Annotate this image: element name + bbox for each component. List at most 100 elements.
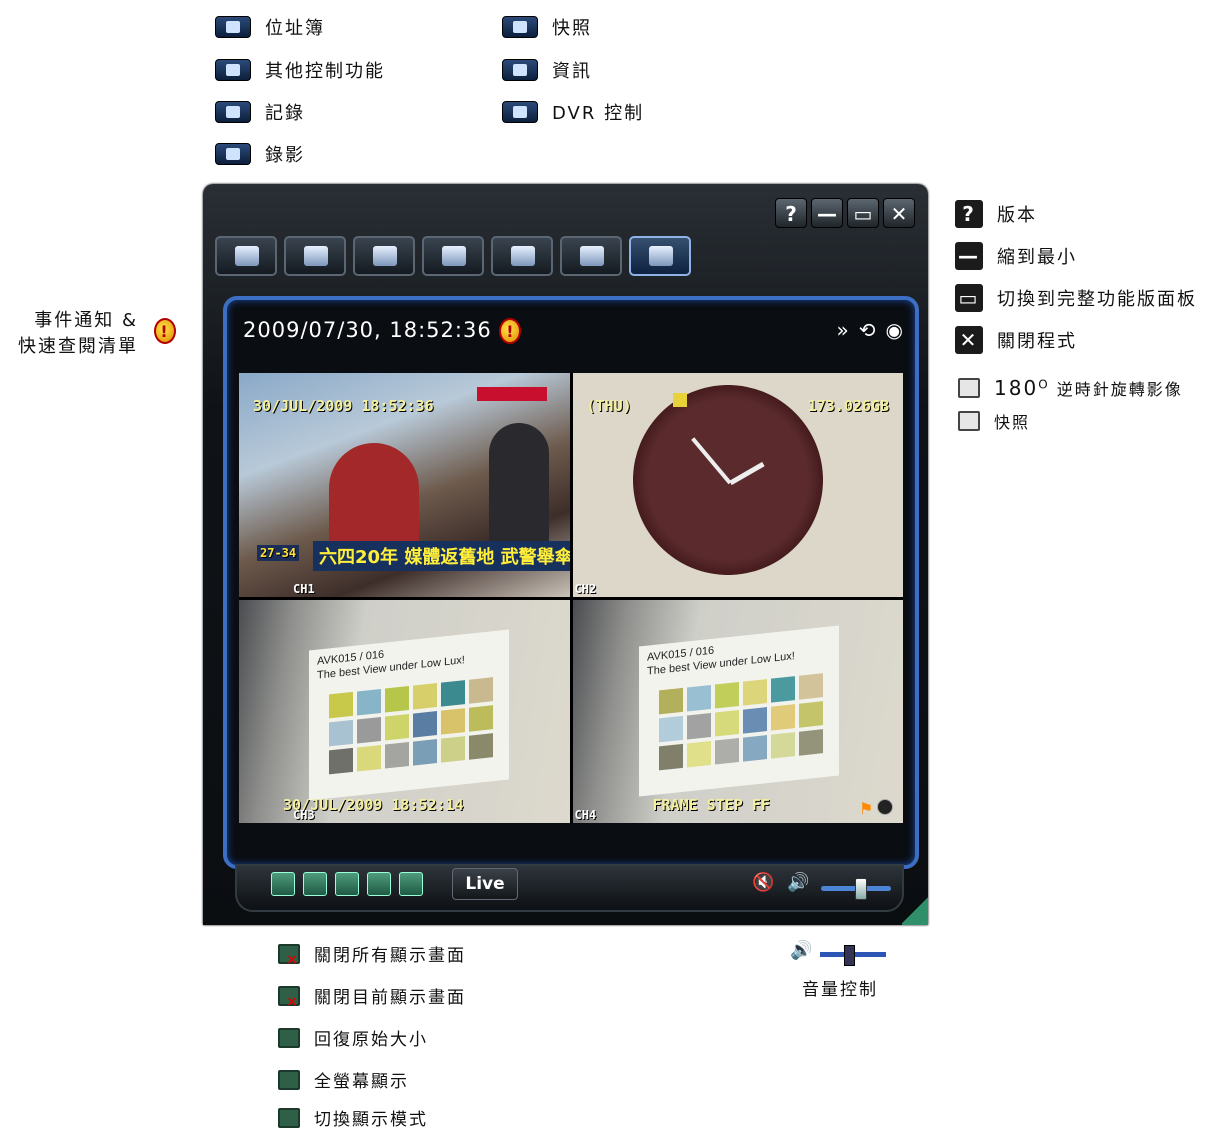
snapshot-icon xyxy=(511,246,535,266)
channel-label: CH3 xyxy=(293,808,315,822)
address-book-icon xyxy=(215,16,251,38)
legend-address-book: 位址簿 xyxy=(215,14,325,40)
legend-label: 錄影 xyxy=(265,145,305,166)
legend-label: 縮到最小 xyxy=(997,247,1077,268)
speaker-icon[interactable]: 🔊 xyxy=(787,872,809,893)
legend-fullscreen: 全螢幕顯示 xyxy=(278,1067,409,1092)
log-button[interactable] xyxy=(353,236,415,276)
restore-button[interactable] xyxy=(335,872,359,896)
osd-disk-space: 173.026GB xyxy=(807,397,889,415)
legend-label: 關閉目前顯示畫面 xyxy=(314,988,466,1008)
lock-icon xyxy=(672,393,687,407)
legend-close-current: 關閉目前顯示畫面 xyxy=(278,983,466,1010)
record-button[interactable] xyxy=(422,236,484,276)
legend-label: 切換到完整功能版面板 xyxy=(997,289,1197,310)
event-alert-icon[interactable]: ! xyxy=(499,318,522,344)
legend-label: 關閉程式 xyxy=(997,331,1077,352)
snapshot-button[interactable] xyxy=(491,236,553,276)
event-note-line2: 快速查閱清單 xyxy=(18,336,138,357)
volume-knob[interactable] xyxy=(855,878,867,900)
fullscreen-icon xyxy=(278,1069,300,1090)
close-current-button[interactable] xyxy=(303,872,327,896)
address-book-button[interactable] xyxy=(215,236,277,276)
osd-day: (THU) xyxy=(586,397,632,415)
volume-label: 音量控制 xyxy=(802,980,878,1000)
legend-record: 錄影 xyxy=(215,141,305,167)
snapshot-icon xyxy=(502,16,538,38)
rotate-icon xyxy=(958,378,980,398)
record-icon xyxy=(215,143,251,165)
alert-icon: ! xyxy=(154,318,176,344)
legend-label: 資訊 xyxy=(552,61,592,82)
legend-label: 快照 xyxy=(994,413,1031,432)
legend-label: DVR 控制 xyxy=(552,103,645,124)
camera-icon[interactable]: ◉ xyxy=(886,318,903,342)
dvr-control-icon xyxy=(649,246,673,266)
switch-mode-icon xyxy=(278,1107,300,1128)
event-note-line1: 事件通知 & xyxy=(34,310,138,331)
channel-3-view[interactable]: AVK015 / 016 The best View under Low Lux… xyxy=(239,599,570,823)
legend-label: 回復原始大小 xyxy=(314,1030,428,1050)
legend-label: 快照 xyxy=(552,18,592,39)
record-icon xyxy=(442,246,466,266)
mute-icon[interactable]: 🔇 xyxy=(752,872,774,893)
channel-grid: 30/JUL/2009 18:52:36 27-34 六四20年 媒體返舊地 武… xyxy=(239,373,903,823)
channel-label: CH1 xyxy=(293,581,315,596)
legend-label: 記錄 xyxy=(265,103,305,124)
camera-icon xyxy=(958,411,980,431)
maximize-icon: ▭ xyxy=(955,284,983,312)
other-controls-icon xyxy=(215,59,251,81)
fullscreen-button[interactable] xyxy=(367,872,391,896)
legend-restore: 回復原始大小 xyxy=(278,1025,428,1050)
restore-icon xyxy=(278,1027,300,1048)
speaker-icon: 🔊 xyxy=(790,940,813,961)
close-all-button[interactable] xyxy=(271,872,295,896)
record-status-icon xyxy=(877,799,893,815)
volume-knob-sample xyxy=(844,945,855,966)
minimize-icon: — xyxy=(955,242,983,270)
video-frame: 2009/07/30, 18:52:36 ! » ⟲ ◉ 30/JUL/2009… xyxy=(223,296,919,869)
minimize-button[interactable]: — xyxy=(811,198,843,228)
test-card: AVK015 / 016 The best View under Low Lux… xyxy=(309,628,509,801)
help-button[interactable]: ? xyxy=(775,198,807,228)
channel-2-view[interactable]: (THU) 173.026GB CH2 xyxy=(572,373,903,597)
forward-icon[interactable]: » xyxy=(837,318,849,342)
legend-rotate: 180O 逆時針旋轉影像 xyxy=(958,376,1183,400)
legend-label: 關閉所有顯示畫面 xyxy=(314,946,466,966)
frame-top-icons: » ⟲ ◉ xyxy=(837,318,903,342)
weather-badge: 27-34 xyxy=(257,545,300,561)
legend-close-program: ✕ 關閉程式 xyxy=(955,326,1077,354)
switch-mode-button[interactable] xyxy=(399,872,423,896)
camera-operator-silhouette xyxy=(489,423,549,553)
datetime-bar: 2009/07/30, 18:52:36 ! xyxy=(243,318,522,344)
dvr-control-icon xyxy=(502,101,538,123)
channel-1-view[interactable]: 30/JUL/2009 18:52:36 27-34 六四20年 媒體返舊地 武… xyxy=(239,373,570,597)
legend-snapshot-small: 快照 xyxy=(958,409,1030,433)
help-icon: ? xyxy=(955,200,983,228)
news-logo xyxy=(477,387,547,401)
legend-label: 全螢幕顯示 xyxy=(314,1072,409,1092)
info-icon xyxy=(580,246,604,266)
rotate-icon[interactable]: ⟲ xyxy=(859,318,876,342)
channel-4-view[interactable]: AVK015 / 016 The best View under Low Lux… xyxy=(572,599,903,823)
other-controls-button[interactable] xyxy=(284,236,346,276)
datetime-text: 2009/07/30, 18:52:36 xyxy=(243,318,492,342)
live-button[interactable]: Live xyxy=(452,868,518,900)
info-button[interactable] xyxy=(560,236,622,276)
legend-close-all: 關閉所有顯示畫面 xyxy=(278,941,466,968)
person-silhouette xyxy=(329,443,419,553)
test-card: AVK015 / 016 The best View under Low Lux… xyxy=(638,624,839,797)
maximize-button[interactable]: ▭ xyxy=(847,198,879,228)
legend-minimize: — 縮到最小 xyxy=(955,242,1077,270)
resize-grip[interactable] xyxy=(902,895,928,925)
osd-playback-status: FRAME STEP FF xyxy=(652,795,770,814)
legend-info: 資訊 xyxy=(502,57,592,83)
news-ticker: 六四20年 媒體返舊地 武警舉傘障 xyxy=(313,541,570,571)
legend-label: 切換顯示模式 xyxy=(314,1110,428,1130)
dvr-window: ? — ▭ ✕ 2009/07/30, 18:52:36 ! » ⟲ ◉ 30/… xyxy=(203,184,928,925)
info-icon xyxy=(502,59,538,81)
legend-version: ? 版本 xyxy=(955,200,1037,228)
dvr-control-button[interactable] xyxy=(629,236,691,276)
close-button[interactable]: ✕ xyxy=(883,198,915,228)
legend-label: 位址簿 xyxy=(265,18,325,39)
